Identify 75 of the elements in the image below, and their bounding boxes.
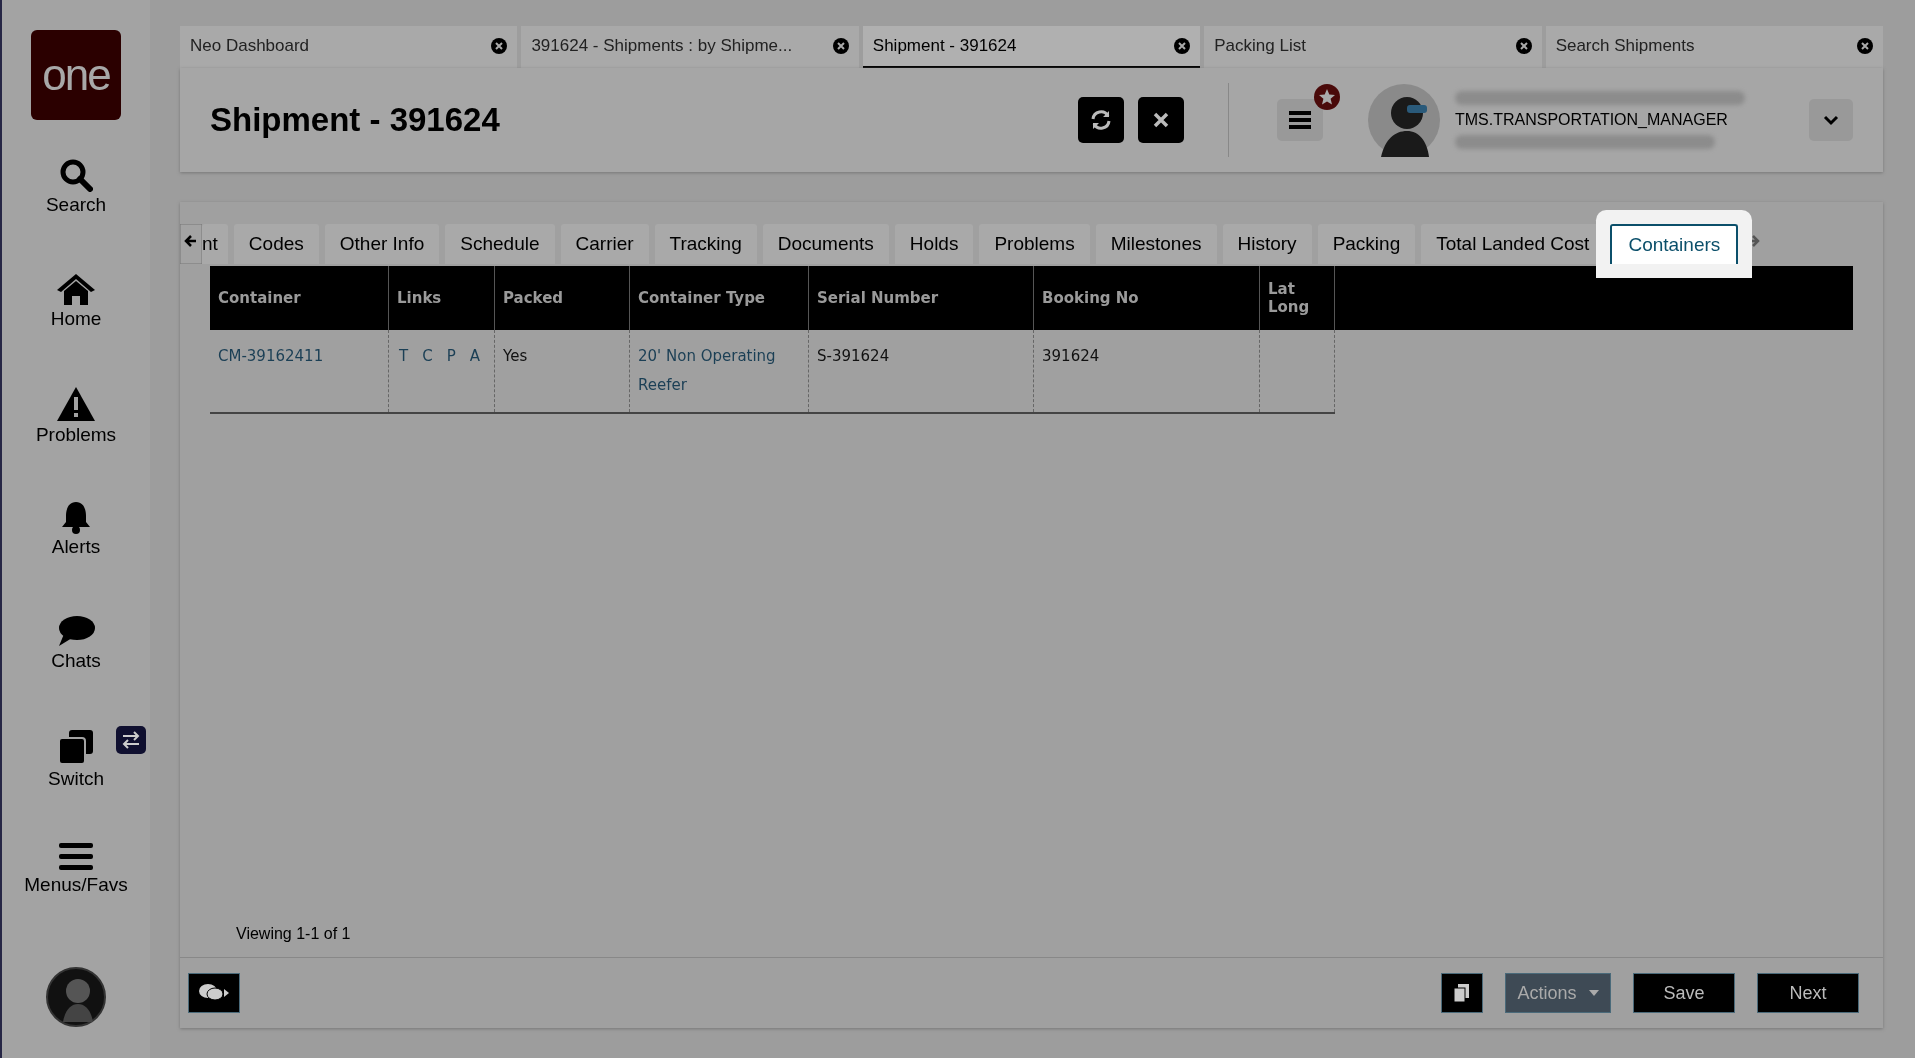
section-tab[interactable]: Other Info <box>324 224 440 264</box>
close-icon[interactable] <box>832 38 849 54</box>
table-cell: Yes <box>503 347 528 365</box>
column-header[interactable]: Booking No <box>1033 266 1260 330</box>
nav-item[interactable]: Home <box>50 272 102 330</box>
window-tab[interactable]: Shipment - 391624 <box>862 26 1201 68</box>
nav-item[interactable]: Menus/Favs <box>24 842 128 896</box>
table-cell: 391624 <box>1042 347 1100 365</box>
warning-icon <box>56 386 96 422</box>
section-tab[interactable]: Milestones <box>1095 224 1217 264</box>
copy-icon <box>1453 983 1471 1003</box>
close-icon[interactable] <box>1515 38 1532 54</box>
link[interactable]: P <box>446 342 456 371</box>
chat-icon <box>56 614 96 648</box>
window-tab[interactable]: 391624 - Shipments : by Shipme... <box>521 26 859 68</box>
refresh-icon <box>1089 108 1113 132</box>
nav-item[interactable]: Alerts <box>51 500 101 558</box>
user-role: TMS.TRANSPORTATION_MANAGER <box>1455 111 1729 129</box>
page-title: Shipment - 391624 <box>210 101 500 139</box>
column-header[interactable]: Packed <box>494 266 630 330</box>
section-tab[interactable]: Schedule <box>445 224 555 264</box>
footer-button[interactable]: Save <box>1633 973 1735 1013</box>
chevron-icon <box>1823 114 1839 126</box>
actions-button[interactable]: Actions <box>1505 973 1611 1013</box>
nav-item[interactable]: Chats <box>51 614 101 672</box>
section-tab[interactable]: Holds <box>894 224 974 264</box>
link[interactable]: T <box>399 342 409 371</box>
refresh-button[interactable] <box>1078 97 1124 143</box>
close-button[interactable] <box>1138 97 1184 143</box>
nav-item[interactable]: Switch <box>48 728 104 790</box>
bell-icon <box>60 500 92 534</box>
swap-icon[interactable] <box>116 726 146 754</box>
close-icon[interactable] <box>1857 38 1874 54</box>
section-tab[interactable]: nt <box>202 224 228 264</box>
container-link[interactable]: CM-39162411 <box>218 347 324 365</box>
avatar-icon[interactable] <box>1367 83 1441 157</box>
section-tab[interactable]: Problems <box>979 224 1090 264</box>
window-tab[interactable]: Search Shipments <box>1545 26 1884 68</box>
table-cell: 20' Non Operating Reefer <box>638 347 776 394</box>
left-arrow-icon[interactable] <box>180 224 202 264</box>
home-icon <box>55 272 97 306</box>
copy-button[interactable] <box>1441 973 1483 1013</box>
chat-button[interactable] <box>188 973 240 1013</box>
pager-text: Viewing 1-1 of 1 <box>236 925 352 943</box>
column-header[interactable]: Container Type <box>629 266 809 330</box>
link[interactable]: C <box>422 342 433 371</box>
column-header[interactable]: Lat Long <box>1259 266 1335 330</box>
column-header[interactable]: Container <box>210 266 389 330</box>
table-cell: S-391624 <box>817 347 890 365</box>
close-icon <box>1151 110 1171 130</box>
section-tab[interactable]: Packing <box>1317 224 1416 264</box>
section-tab[interactable]: Tracking <box>654 224 757 264</box>
caret-icon <box>1588 990 1599 996</box>
column-header[interactable]: Links <box>388 266 495 330</box>
menu-icon <box>1289 110 1311 130</box>
logo[interactable]: one <box>31 30 121 120</box>
section-tab[interactable]: Documents <box>762 224 889 264</box>
close-icon[interactable] <box>491 38 508 54</box>
column-header[interactable]: Serial Number <box>808 266 1034 330</box>
nav-item[interactable]: Problems <box>35 386 117 446</box>
window-tab[interactable]: Neo Dashboard <box>180 26 518 68</box>
avatar-icon[interactable] <box>45 966 107 1028</box>
menu-icon <box>59 842 93 872</box>
menu-button[interactable] <box>1277 99 1323 141</box>
nav-item[interactable]: Search <box>45 158 107 216</box>
close-icon[interactable] <box>1174 38 1191 54</box>
windows-icon <box>57 728 95 766</box>
link[interactable]: A <box>469 342 480 371</box>
section-tab[interactable]: History <box>1222 224 1312 264</box>
dropdown-button[interactable] <box>1809 99 1853 141</box>
section-tab[interactable]: Carrier <box>560 224 649 264</box>
footer-button[interactable]: Next <box>1757 973 1859 1013</box>
window-tab[interactable]: Packing List <box>1204 26 1542 68</box>
section-tab[interactable]: Codes <box>233 224 319 264</box>
search-icon <box>59 158 93 192</box>
